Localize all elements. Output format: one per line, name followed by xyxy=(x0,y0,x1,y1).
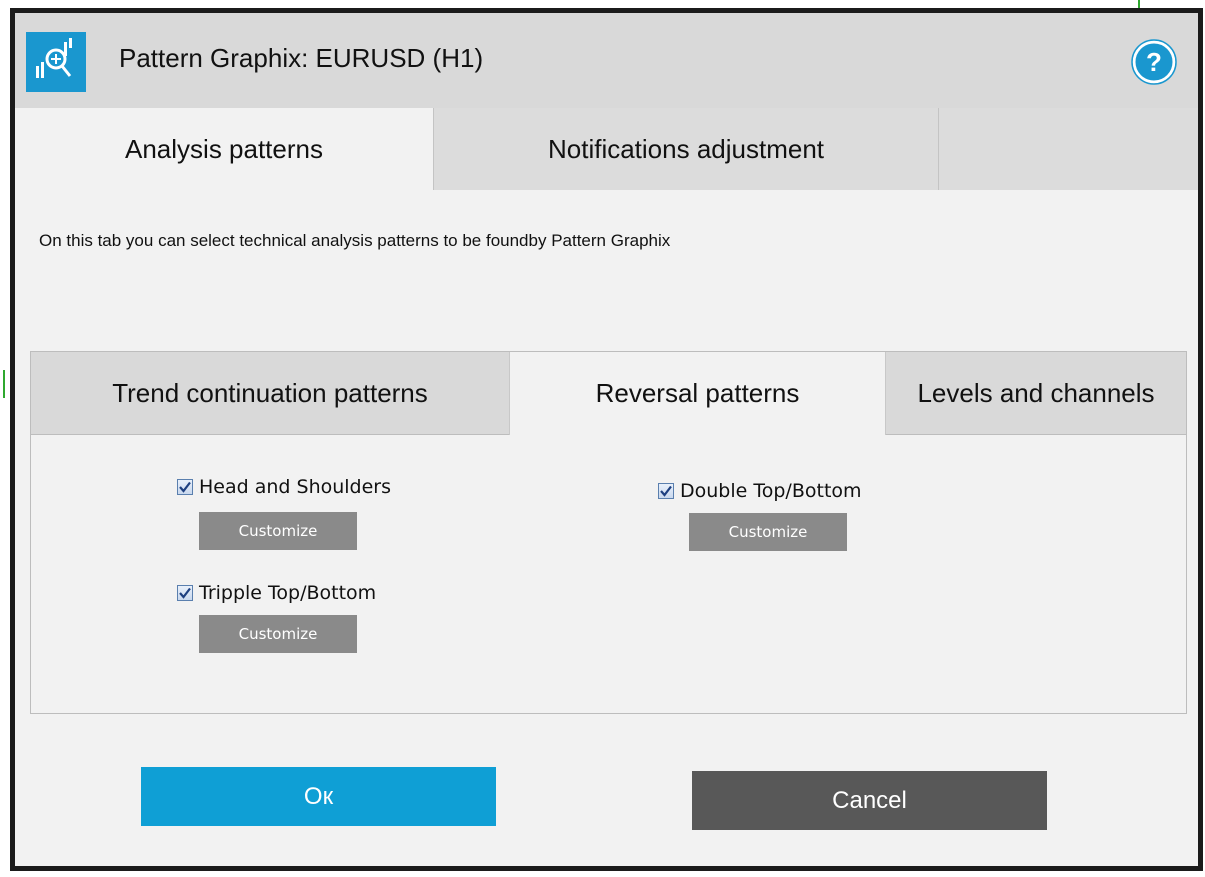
double-top-bottom-checkbox[interactable] xyxy=(658,483,674,499)
tab-label: Levels and channels xyxy=(917,377,1155,408)
dialog-body: Pattern Graphix: EURUSD (H1) ? Analysis … xyxy=(15,13,1198,866)
customize-head-and-shoulders-button[interactable]: Customize xyxy=(199,512,357,550)
main-tab-bar: Analysis patterns Notifications adjustme… xyxy=(15,108,1198,190)
cancel-button[interactable]: Cancel xyxy=(692,771,1047,830)
tab-description: On this tab you can select technical ana… xyxy=(39,231,671,250)
customize-double-top-bottom-button[interactable]: Customize xyxy=(689,513,847,551)
svg-text:?: ? xyxy=(1146,47,1162,77)
tab-levels-and-channels[interactable]: Levels and channels xyxy=(886,352,1186,435)
tripple-top-bottom-checkbox[interactable] xyxy=(177,585,193,601)
tab-label: Analysis patterns xyxy=(125,133,323,164)
chart-background xyxy=(0,0,1205,8)
tab-label: Trend continuation patterns xyxy=(112,377,428,408)
customize-tripple-top-bottom-button[interactable]: Customize xyxy=(199,615,357,653)
window-title: Pattern Graphix: EURUSD (H1) xyxy=(119,43,484,73)
pattern-tripple-top-bottom: Tripple Top/Bottom xyxy=(177,582,376,604)
tab-trend-continuation-patterns[interactable]: Trend continuation patterns xyxy=(31,352,509,435)
title-bar: Pattern Graphix: EURUSD (H1) ? xyxy=(15,13,1198,108)
head-and-shoulders-checkbox[interactable] xyxy=(177,479,193,495)
tab-reversal-patterns[interactable]: Reversal patterns xyxy=(509,352,886,435)
screen: Pattern Graphix: EURUSD (H1) ? Analysis … xyxy=(0,0,1205,877)
pattern-label: Head and Shoulders xyxy=(199,476,392,498)
ok-button[interactable]: Oк xyxy=(141,767,496,826)
pattern-label: Double Top/Bottom xyxy=(680,480,862,502)
help-icon[interactable]: ? xyxy=(1131,39,1177,85)
pattern-graphix-logo-icon xyxy=(26,32,86,92)
pattern-graphix-dialog: Pattern Graphix: EURUSD (H1) ? Analysis … xyxy=(10,8,1203,871)
tab-label: Notifications adjustment xyxy=(547,133,825,164)
tab-notifications-adjustment[interactable]: Notifications adjustment xyxy=(433,108,939,190)
pattern-tab-panel: Trend continuation patterns Reversal pat… xyxy=(30,351,1187,714)
tab-label: Reversal patterns xyxy=(595,378,800,408)
tab-analysis-patterns[interactable]: Analysis patterns xyxy=(15,108,433,190)
chart-candle xyxy=(3,370,5,398)
tab-bar-filler xyxy=(939,108,1198,190)
pattern-double-top-bottom: Double Top/Bottom xyxy=(658,480,862,502)
pattern-head-and-shoulders: Head and Shoulders xyxy=(177,476,391,498)
pattern-label: Tripple Top/Bottom xyxy=(199,582,377,604)
